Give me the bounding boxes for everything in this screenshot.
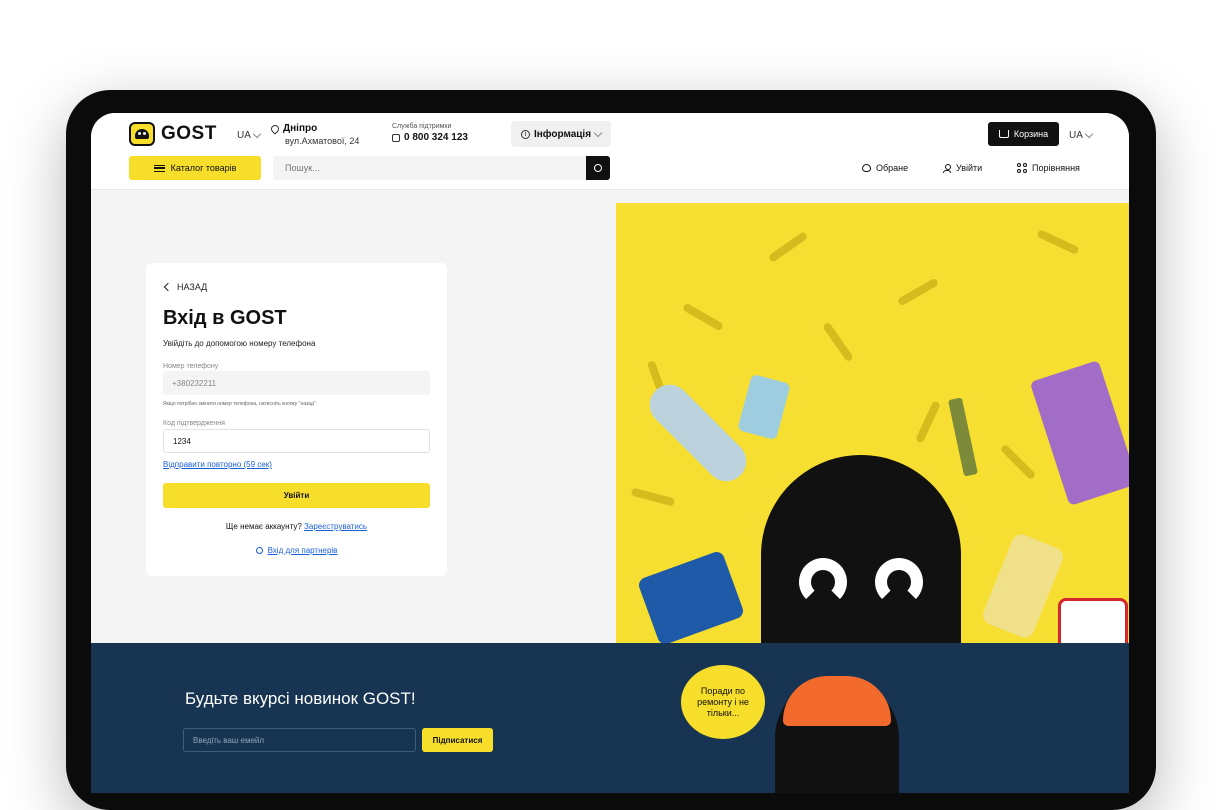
- cart-button[interactable]: Корзина: [988, 122, 1059, 146]
- language-selector-right[interactable]: UA: [1069, 129, 1094, 141]
- register-row: Ще немає аккаунту? Зареєструватись: [146, 522, 447, 531]
- search-bar: [273, 156, 610, 180]
- newsletter-title: Будьте вкурсі новинок GOST!: [185, 689, 416, 708]
- compare-link[interactable]: Порівняння: [1017, 163, 1080, 173]
- confetti: [915, 400, 941, 444]
- phone-hint: Якщо потрібно змінити номер телефона, на…: [163, 401, 316, 407]
- newsletter-section: Будьте вкурсі новинок GOST! Введіть ваш …: [91, 643, 1129, 793]
- code-field[interactable]: 1234: [163, 429, 430, 453]
- login-card: НАЗАД Вхід в GOST Увійдіть до допомогою …: [146, 263, 447, 576]
- compare-icon: [1017, 163, 1027, 173]
- roll-product-image: [641, 376, 755, 490]
- search-icon: [594, 164, 602, 172]
- menu-icon: [153, 164, 165, 172]
- helmet-icon: [783, 676, 891, 726]
- support-block: Служба підтримки 0 800 324 123: [392, 123, 468, 143]
- cement-bag-image: [1029, 360, 1129, 506]
- partners-link[interactable]: Вхід для партнерів: [146, 546, 447, 555]
- confetti: [767, 231, 809, 263]
- language-label: UA: [1069, 130, 1083, 141]
- promo-banner: [616, 203, 1129, 643]
- email-input[interactable]: Введіть ваш емейл: [183, 728, 416, 752]
- store-address: вул.Ахматової, 24: [285, 136, 360, 146]
- info-icon: i: [520, 129, 530, 139]
- mascot: [761, 455, 961, 643]
- chevron-down-icon: [252, 129, 262, 139]
- login-link[interactable]: Увійти: [943, 163, 982, 173]
- compare-label: Порівняння: [1032, 163, 1080, 173]
- foam-can-image: [948, 397, 978, 477]
- language-label: UA: [237, 130, 251, 141]
- user-icon: [943, 163, 951, 173]
- info-dropdown[interactable]: i Інформація: [511, 121, 611, 147]
- info-label: Інформація: [533, 128, 592, 140]
- phone-label: Номер телефону: [163, 363, 219, 370]
- catalog-label: Каталог товарів: [170, 163, 237, 173]
- confetti: [681, 302, 725, 332]
- speech-bubble: Поради по ремонту і не тільки...: [681, 665, 765, 739]
- favorites-link[interactable]: Обране: [862, 163, 908, 173]
- city-selector[interactable]: Дніпро вул.Ахматової, 24: [269, 122, 360, 146]
- back-label: НАЗАД: [177, 282, 208, 292]
- login-title: Вхід в GOST: [163, 307, 287, 329]
- support-label: Служба підтримки: [392, 123, 452, 130]
- site-header: GOST UA Дніпро вул.Ахматової, 24 Служба …: [91, 113, 1129, 190]
- insulation-roll-image: [979, 531, 1067, 641]
- language-selector[interactable]: UA: [237, 129, 262, 141]
- chevron-left-icon: [163, 282, 173, 292]
- mascot-eye: [799, 558, 847, 606]
- mascot-eye: [875, 558, 923, 606]
- browser-screen: GOST UA Дніпро вул.Ахматової, 24 Служба …: [91, 113, 1129, 793]
- login-label: Увійти: [956, 163, 983, 173]
- code-label: Код підтвердження: [163, 420, 225, 427]
- heart-icon: [862, 164, 871, 172]
- confetti: [630, 487, 676, 507]
- register-link[interactable]: Зареєструватись: [304, 522, 367, 531]
- confetti: [896, 277, 940, 307]
- search-button[interactable]: [586, 156, 610, 180]
- no-account-text: Ще немає аккаунту?: [225, 522, 302, 531]
- package-product-image: [737, 373, 791, 441]
- logo-text: GOST: [161, 123, 217, 144]
- key-icon: [255, 547, 263, 554]
- back-link[interactable]: НАЗАД: [163, 282, 208, 292]
- partners-label: Вхід для партнерів: [267, 546, 338, 555]
- gost-logo-icon: [129, 122, 155, 146]
- confetti: [999, 443, 1037, 481]
- phone-field: +380232211: [163, 371, 430, 395]
- catalog-button[interactable]: Каталог товарів: [129, 156, 261, 180]
- phone-icon: [392, 133, 400, 142]
- confetti: [1036, 229, 1080, 255]
- resend-link[interactable]: Відправити повторно (59 сек): [163, 460, 272, 469]
- favorites-label: Обране: [876, 163, 909, 173]
- search-input[interactable]: [273, 156, 573, 180]
- map-pin-icon: [269, 122, 281, 135]
- cart-label: Корзина: [1013, 129, 1049, 139]
- chevron-down-icon: [593, 128, 603, 137]
- confetti: [822, 321, 854, 363]
- worker-mascot: [775, 676, 899, 793]
- city-name: Дніпро: [283, 123, 318, 134]
- chevron-down-icon: [1084, 129, 1094, 139]
- basket-icon: [998, 130, 1009, 138]
- paint-bucket-image: [1058, 598, 1128, 643]
- subscribe-button[interactable]: Підписатися: [422, 728, 493, 752]
- site-logo[interactable]: GOST: [129, 122, 217, 146]
- support-phone[interactable]: 0 800 324 123: [404, 132, 468, 143]
- drill-image: [636, 549, 746, 643]
- submit-button[interactable]: Увійти: [163, 483, 430, 508]
- login-subtitle: Увійдіть до допомогою номеру телефона: [163, 339, 316, 348]
